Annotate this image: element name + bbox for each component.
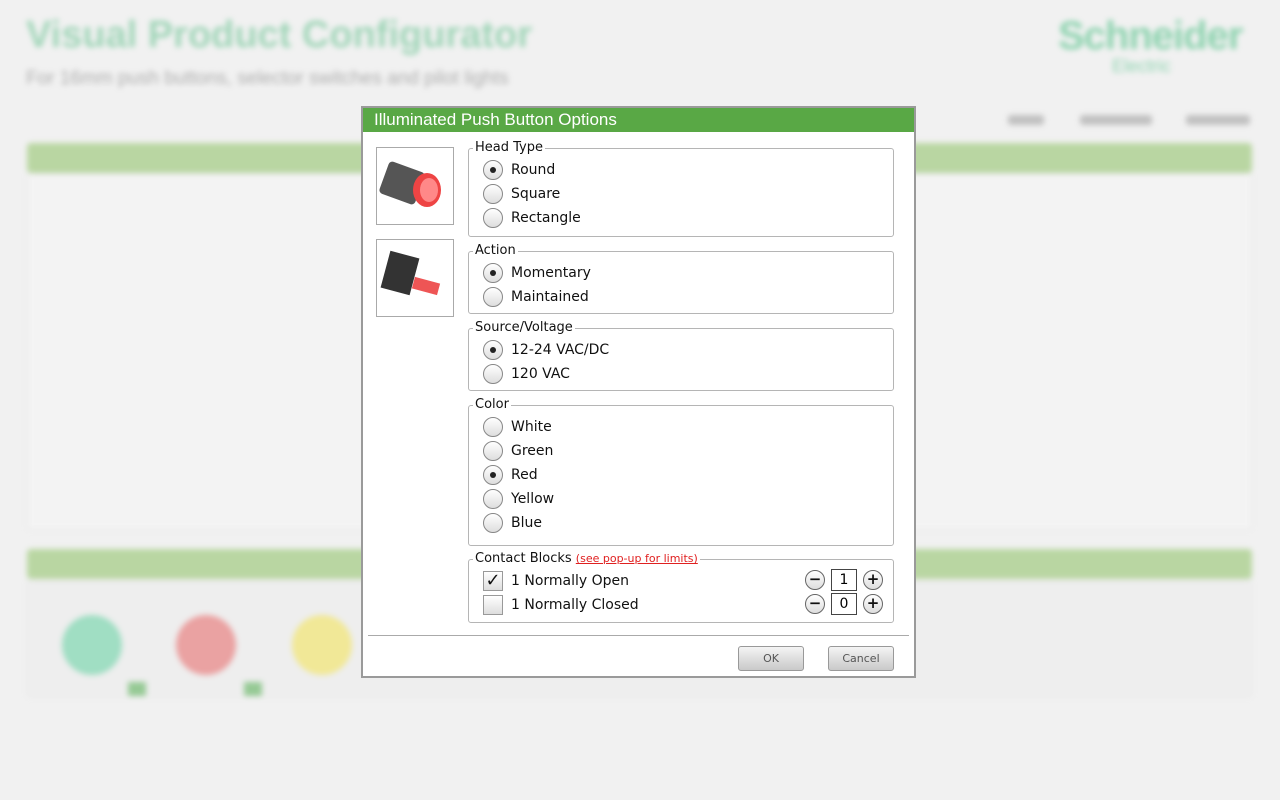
quantity-input[interactable]: 1 — [831, 569, 857, 591]
divider — [368, 635, 909, 636]
source-voltage-legend: Source/Voltage — [473, 320, 575, 335]
option-label: Yellow — [511, 491, 555, 507]
page-title: Visual Product Configurator — [26, 14, 533, 56]
head-type-group: Head Type Round Square Rectangle — [468, 140, 894, 237]
option-label: 1 Normally Open — [511, 573, 630, 589]
add-icon — [128, 682, 146, 696]
radio-selected[interactable] — [483, 160, 503, 180]
head-type-square[interactable]: Square — [483, 183, 560, 205]
option-label: Blue — [511, 515, 542, 531]
radio[interactable] — [483, 208, 503, 228]
option-label: Round — [511, 162, 556, 178]
head-type-rectangle[interactable]: Rectangle — [483, 207, 581, 229]
checkbox-checked[interactable]: ✓ — [483, 571, 503, 591]
yellow-button-thumb — [292, 615, 352, 675]
head-type-round[interactable]: Round — [483, 159, 555, 181]
color-legend: Color — [473, 397, 511, 412]
contact-block-image — [376, 239, 454, 317]
ok-button[interactable]: OK — [738, 646, 804, 671]
plus-icon[interactable]: + — [863, 570, 883, 590]
option-label: Green — [511, 443, 554, 459]
voltage-12-24[interactable]: 12-24 VAC/DC — [483, 339, 609, 361]
option-label: Rectangle — [511, 210, 581, 226]
color-white[interactable]: White — [483, 416, 552, 438]
voltage-120[interactable]: 120 VAC — [483, 363, 570, 385]
options-dialog: Illuminated Push Button Options Head Typ… — [361, 106, 916, 678]
radio-selected[interactable] — [483, 340, 503, 360]
action-group: Action Momentary Maintained — [468, 243, 894, 314]
legend-text: Contact Blocks — [475, 551, 572, 566]
color-green[interactable]: Green — [483, 440, 553, 462]
option-label: 12-24 VAC/DC — [511, 342, 610, 358]
radio[interactable] — [483, 489, 503, 509]
option-label: White — [511, 419, 552, 435]
checkbox[interactable] — [483, 595, 503, 615]
page-subtitle: For 16mm push buttons, selector switches… — [26, 68, 509, 89]
red-button-thumb — [176, 615, 236, 675]
nav-link — [1008, 115, 1044, 125]
schneider-logo: Schneider — [1058, 14, 1243, 58]
color-blue[interactable]: Blue — [483, 512, 542, 534]
schneider-logo-sub: Electric — [1112, 56, 1172, 76]
quantity-input[interactable]: 0 — [831, 593, 857, 615]
radio-selected[interactable] — [483, 263, 503, 283]
option-label: Maintained — [511, 289, 589, 305]
color-yellow[interactable]: Yellow — [483, 488, 554, 510]
option-label: Square — [511, 186, 561, 202]
action-maintained[interactable]: Maintained — [483, 286, 589, 308]
radio[interactable] — [483, 287, 503, 307]
option-label: 1 Normally Closed — [511, 597, 639, 613]
source-voltage-group: Source/Voltage 12-24 VAC/DC 120 VAC — [468, 320, 894, 391]
green-button-thumb — [62, 615, 122, 675]
action-legend: Action — [473, 243, 518, 258]
normally-open-row: ✓ 1 Normally Open — [483, 570, 629, 592]
nav-link — [1186, 115, 1250, 125]
option-label: 120 VAC — [511, 366, 570, 382]
head-type-legend: Head Type — [473, 140, 545, 155]
nav-link — [1080, 115, 1152, 125]
radio[interactable] — [483, 184, 503, 204]
add-icon — [244, 682, 262, 696]
push-button-head-image — [376, 147, 454, 225]
radio[interactable] — [483, 441, 503, 461]
contact-blocks-legend: Contact Blocks (see pop-up for limits) — [473, 551, 700, 566]
contact-blocks-group: Contact Blocks (see pop-up for limits) ✓… — [468, 551, 894, 623]
limits-link[interactable]: (see pop-up for limits) — [576, 552, 698, 565]
radio[interactable] — [483, 417, 503, 437]
radio-selected[interactable] — [483, 465, 503, 485]
color-red[interactable]: Red — [483, 464, 538, 486]
normally-open-stepper: − 1 + — [805, 569, 883, 591]
action-momentary[interactable]: Momentary — [483, 262, 591, 284]
normally-closed-row: 1 Normally Closed — [483, 594, 639, 616]
option-label: Momentary — [511, 265, 591, 281]
dialog-title: Illuminated Push Button Options — [363, 108, 914, 132]
normally-closed-stepper: − 0 + — [805, 593, 883, 615]
minus-icon[interactable]: − — [805, 570, 825, 590]
minus-icon[interactable]: − — [805, 594, 825, 614]
radio[interactable] — [483, 513, 503, 533]
radio[interactable] — [483, 364, 503, 384]
cancel-button[interactable]: Cancel — [828, 646, 894, 671]
plus-icon[interactable]: + — [863, 594, 883, 614]
color-group: Color White Green Red Yellow Blue — [468, 397, 894, 546]
option-label: Red — [511, 467, 538, 483]
